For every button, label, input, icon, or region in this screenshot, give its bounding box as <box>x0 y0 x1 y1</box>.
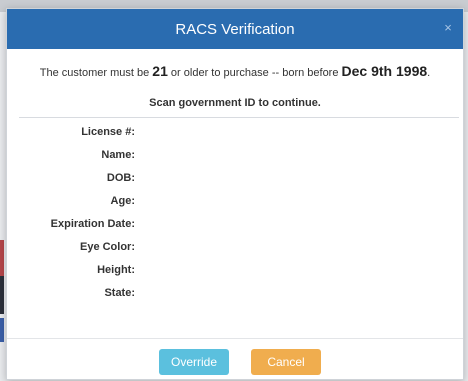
state-label: State: <box>104 287 135 299</box>
height-value <box>141 261 441 279</box>
expiration-date-label: Expiration Date: <box>50 218 135 230</box>
height-label: Height: <box>97 264 135 276</box>
expiration-date-value <box>141 215 441 233</box>
close-icon[interactable]: × <box>441 21 455 35</box>
eye-color-value <box>141 238 441 256</box>
eye-color-label: Eye Color: <box>79 241 135 253</box>
notice-suffix: . <box>427 67 431 79</box>
name-label: Name: <box>101 149 135 161</box>
background-page-accent <box>0 240 4 276</box>
racs-verification-modal: RACS Verification × The customer must be… <box>6 8 464 380</box>
notice-middle: or older to purchase -- born before <box>167 67 342 79</box>
divider <box>19 117 459 118</box>
footer-divider <box>7 338 463 339</box>
license-value <box>141 123 441 141</box>
modal-header: RACS Verification × <box>7 9 463 49</box>
born-before-date: Dec 9th 1998 <box>341 63 428 79</box>
license-label: License #: <box>81 126 135 138</box>
background-page-accent-dark <box>0 276 4 314</box>
dob-value <box>141 169 441 187</box>
background-page-accent-blue <box>0 318 4 342</box>
name-value <box>141 146 441 164</box>
state-value <box>141 284 441 302</box>
scan-id-message: Scan government ID to continue. <box>149 97 321 109</box>
override-button[interactable]: Override <box>159 349 229 375</box>
required-age: 21 <box>152 63 168 79</box>
age-label: Age: <box>110 195 135 207</box>
age-requirement-notice: The customer must be 21 or older to purc… <box>7 61 463 83</box>
modal-title: RACS Verification <box>175 20 295 38</box>
dob-label: DOB: <box>106 172 135 184</box>
notice-prefix: The customer must be <box>39 67 153 79</box>
cancel-button[interactable]: Cancel <box>251 349 321 375</box>
age-value <box>141 192 441 210</box>
